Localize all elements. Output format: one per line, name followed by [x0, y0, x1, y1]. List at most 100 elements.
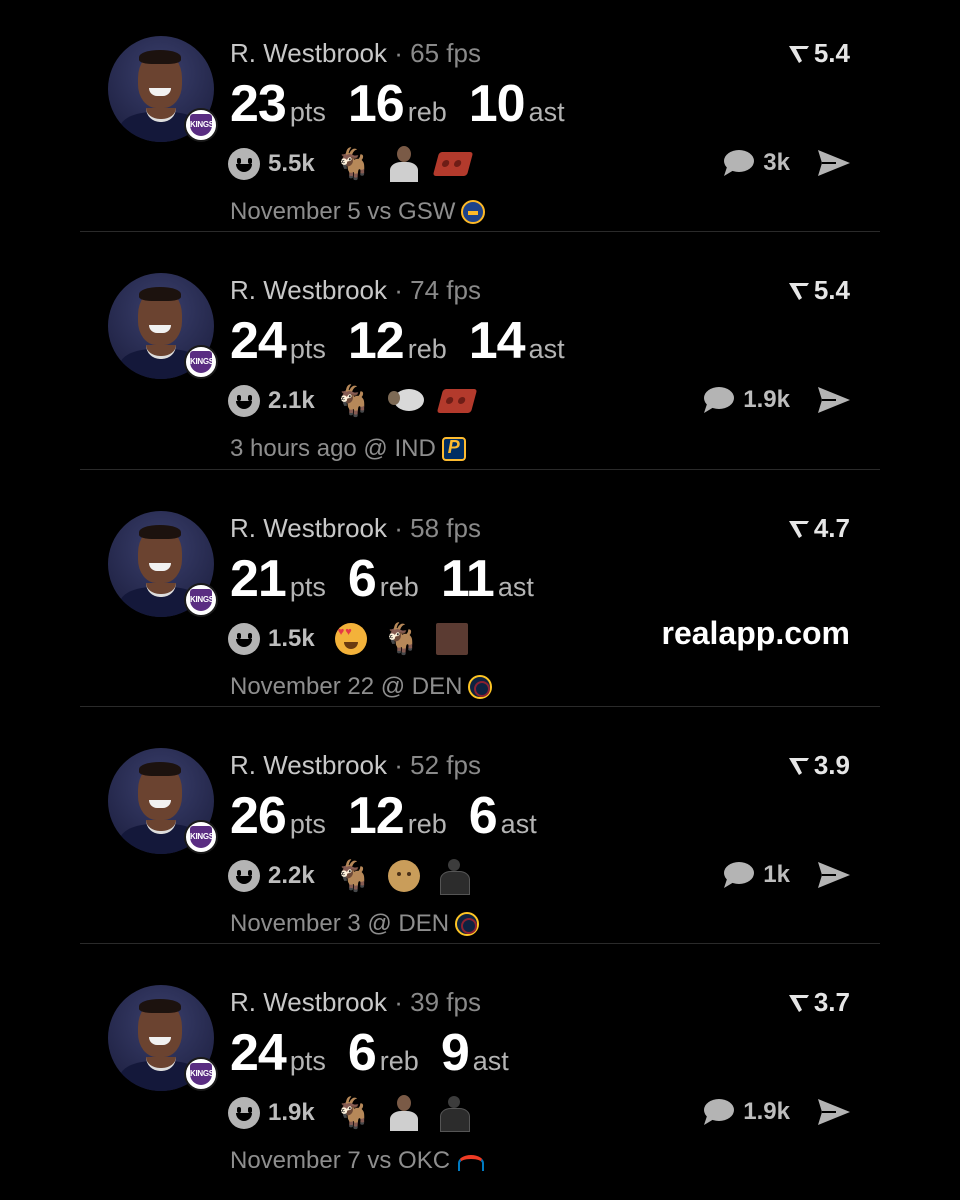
reaction-count[interactable]: 2.2k	[268, 862, 315, 890]
brick-emoji-icon[interactable]	[432, 152, 474, 176]
ind-logo-icon	[441, 437, 466, 461]
reactions-row: 1.5k 🐐	[228, 619, 484, 659]
okc-logo-icon	[456, 1149, 485, 1173]
jersey-emoji-icon[interactable]	[436, 1096, 472, 1132]
player-thumb-emoji-icon[interactable]	[388, 1095, 420, 1131]
stat-value: 14	[468, 312, 526, 370]
player-thumb-emoji-icon[interactable]	[388, 146, 420, 182]
reaction-count[interactable]: 5.5k	[268, 150, 315, 178]
comment-icon	[704, 387, 735, 413]
share-button[interactable]	[816, 148, 852, 183]
add-reaction-icon[interactable]	[228, 385, 260, 417]
goat-emoji-icon[interactable]: 🐐	[335, 1096, 372, 1131]
stat-unit: ast	[472, 1046, 509, 1076]
player-name-text: R. Westbrook	[230, 275, 388, 305]
comment-button[interactable]: 3k	[721, 148, 790, 178]
add-reaction-icon[interactable]	[228, 860, 260, 892]
send-icon	[818, 387, 850, 413]
post-card[interactable]: KINGS R. Westbrook · 52 fps 3.9 26 pts 12 r…	[80, 718, 880, 954]
jersey-emoji-icon[interactable]	[436, 859, 472, 895]
team-badge: KINGS	[184, 820, 218, 854]
game-text: November 22 @ DEN	[230, 673, 463, 700]
goat-emoji-icon[interactable]: 🐐	[335, 859, 372, 894]
fps-value: · 52 fps	[394, 750, 481, 780]
kings-logo-icon: KINGS	[190, 1063, 214, 1085]
den-logo-icon	[468, 675, 493, 699]
game-info[interactable]: November 5 vs GSW	[230, 198, 486, 226]
rating-value: 5.4	[813, 275, 850, 305]
stat-value: 23	[230, 75, 287, 133]
stat-value: 6	[468, 787, 498, 845]
add-reaction-icon[interactable]	[228, 623, 260, 655]
comment-button[interactable]: 1.9k	[701, 385, 790, 415]
game-info[interactable]: November 7 vs OKC	[230, 1147, 485, 1175]
fps-value: · 39 fps	[394, 987, 481, 1017]
share-button[interactable]	[816, 1097, 852, 1132]
love-emoji-icon[interactable]	[334, 623, 367, 655]
add-reaction-icon[interactable]	[228, 148, 260, 180]
post-card[interactable]: KINGS R. Westbrook · 74 fps 5.4 24 pts 12 r…	[80, 243, 880, 479]
game-text: November 3 @ DEN	[230, 910, 450, 937]
player-name-text: R. Westbrook	[230, 987, 388, 1017]
brick-emoji-icon[interactable]	[436, 389, 478, 413]
stat-unit: reb	[407, 97, 447, 127]
kings-logo-icon: KINGS	[190, 351, 214, 373]
player-name[interactable]: R. Westbrook · 65 fps	[230, 38, 481, 69]
sheep-emoji-icon[interactable]	[388, 387, 425, 415]
post-card[interactable]: KINGS R. Westbrook · 58 fps 4.7 21 pts 6 re…	[80, 481, 880, 717]
stat-value: 26	[230, 787, 287, 845]
kings-logo-icon: KINGS	[190, 589, 214, 611]
stat-unit: ast	[528, 97, 565, 127]
rating: 5.4	[788, 275, 850, 306]
share-button[interactable]	[816, 385, 852, 420]
player-name[interactable]: R. Westbrook · 52 fps	[230, 750, 481, 781]
player-name[interactable]: R. Westbrook · 39 fps	[230, 987, 481, 1018]
game-info[interactable]: November 3 @ DEN	[230, 910, 480, 938]
stat-value: 11	[440, 550, 495, 608]
stat-value: 24	[230, 1024, 287, 1082]
comment-icon	[704, 1099, 735, 1125]
game-info[interactable]: November 22 @ DEN	[230, 673, 493, 701]
comment-count: 1.9k	[743, 1098, 790, 1125]
goat-emoji-icon[interactable]: 🐐	[383, 622, 420, 657]
send-icon	[818, 150, 850, 176]
gsw-logo-icon	[461, 200, 486, 224]
rating: 4.7	[788, 513, 850, 544]
stat-unit: pts	[289, 809, 326, 839]
kings-logo-icon: KINGS	[190, 826, 214, 848]
stat-value: 6	[347, 1024, 377, 1082]
photo-emoji-icon[interactable]	[436, 623, 469, 655]
bald-emoji-icon[interactable]	[388, 860, 421, 892]
stat-unit: pts	[289, 334, 326, 364]
stat-unit: ast	[528, 334, 565, 364]
stat-value: 24	[230, 312, 287, 370]
share-button[interactable]	[816, 860, 852, 895]
stat-unit: reb	[407, 809, 447, 839]
game-info[interactable]: 3 hours ago @ IND	[230, 435, 466, 463]
comment-button[interactable]: 1.9k	[701, 1097, 790, 1127]
stat-unit: ast	[500, 809, 537, 839]
reaction-count[interactable]: 2.1k	[268, 387, 315, 415]
stat-value: 10	[468, 75, 526, 133]
player-name-text: R. Westbrook	[230, 750, 388, 780]
player-name[interactable]: R. Westbrook · 74 fps	[230, 275, 481, 306]
post-card[interactable]: KINGS R. Westbrook · 39 fps 3.7 24 pts 6 re…	[80, 955, 880, 1191]
divider	[80, 231, 880, 232]
rating-icon	[788, 46, 809, 63]
goat-emoji-icon[interactable]: 🐐	[335, 147, 372, 182]
rating-value: 5.4	[813, 38, 850, 68]
goat-emoji-icon[interactable]: 🐐	[335, 384, 372, 419]
reaction-count[interactable]: 1.9k	[268, 1099, 315, 1127]
comment-button[interactable]: 1k	[721, 860, 790, 890]
game-text: 3 hours ago @ IND	[230, 435, 436, 462]
post-card[interactable]: KINGS R. Westbrook · 65 fps 5.4 23 pts 16 r…	[80, 6, 880, 242]
team-badge: KINGS	[184, 108, 218, 142]
rating-icon	[788, 995, 809, 1012]
game-text: November 7 vs OKC	[230, 1147, 451, 1174]
game-text: November 5 vs GSW	[230, 198, 456, 225]
divider	[80, 706, 880, 707]
reaction-count[interactable]: 1.5k	[268, 625, 315, 653]
player-name[interactable]: R. Westbrook · 58 fps	[230, 513, 481, 544]
den-logo-icon	[455, 912, 480, 936]
add-reaction-icon[interactable]	[228, 1097, 260, 1129]
